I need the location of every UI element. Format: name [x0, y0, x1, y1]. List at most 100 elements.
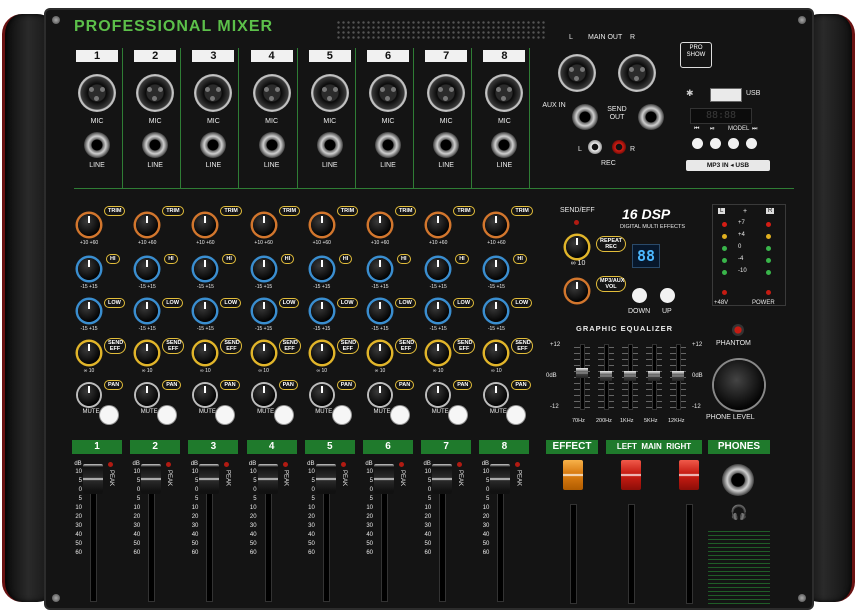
pan-knob[interactable]: [252, 384, 275, 406]
low-eq-knob[interactable]: [485, 300, 508, 322]
trim-knob[interactable]: [252, 214, 275, 236]
channel-fader[interactable]: [490, 464, 511, 494]
main-out-l-xlr[interactable]: [558, 54, 596, 92]
trim-knob[interactable]: [369, 214, 391, 236]
main-right-fader[interactable]: [679, 460, 699, 490]
channel-fader[interactable]: [374, 464, 394, 494]
pan-knob[interactable]: [485, 384, 508, 406]
fader-scale-mark: 10: [482, 505, 490, 511]
mic-input-xlr[interactable]: [427, 74, 466, 112]
trim-knob[interactable]: [310, 214, 333, 236]
low-eq-knob[interactable]: [310, 300, 333, 322]
line-input-jack[interactable]: [258, 132, 285, 158]
mic-input-xlr[interactable]: [78, 74, 116, 112]
low-eq-knob[interactable]: [427, 300, 450, 322]
send-eff-knob[interactable]: [136, 342, 159, 364]
channel-fader[interactable]: [315, 464, 336, 494]
mic-input-xlr[interactable]: [194, 74, 233, 112]
line-input-jack[interactable]: [433, 132, 460, 158]
usb-port[interactable]: [710, 88, 742, 102]
usb-prev-button[interactable]: [692, 138, 703, 149]
line-input-jack[interactable]: [491, 132, 518, 158]
pan-knob[interactable]: [78, 384, 100, 406]
phantom-button[interactable]: [732, 324, 744, 336]
hi-eq-knob[interactable]: [427, 258, 450, 280]
mute-button[interactable]: [391, 406, 409, 424]
geq-band-slider[interactable]: [672, 371, 684, 381]
hi-eq-knob[interactable]: [78, 258, 100, 280]
mp3-aux-vol-knob[interactable]: [566, 280, 588, 302]
low-eq-knob[interactable]: [78, 300, 100, 322]
mute-button[interactable]: [274, 406, 293, 424]
trim-knob[interactable]: [194, 214, 217, 236]
line-input-jack[interactable]: [142, 132, 169, 158]
geq-band-slider[interactable]: [576, 367, 588, 378]
mic-input-xlr[interactable]: [310, 74, 349, 112]
low-eq-knob[interactable]: [136, 300, 159, 322]
mic-input-xlr[interactable]: [369, 74, 407, 112]
mic-input-xlr[interactable]: [136, 74, 175, 112]
hi-eq-knob[interactable]: [310, 258, 333, 280]
line-input-jack[interactable]: [375, 132, 401, 158]
geq-band-slider[interactable]: [624, 371, 636, 381]
pan-knob[interactable]: [194, 384, 217, 406]
rec-l-rca[interactable]: [588, 140, 602, 154]
hi-eq-knob[interactable]: [194, 258, 217, 280]
mute-button[interactable]: [158, 406, 177, 424]
mic-input-xlr[interactable]: [252, 74, 291, 112]
mute-button[interactable]: [507, 406, 526, 424]
send-out-jack[interactable]: [638, 104, 664, 130]
trim-knob[interactable]: [485, 214, 508, 236]
mute-button[interactable]: [100, 406, 118, 424]
geq-band-slider[interactable]: [648, 371, 660, 381]
low-eq-knob[interactable]: [194, 300, 217, 322]
mute-button[interactable]: [332, 406, 351, 424]
send-eff-knob[interactable]: [485, 342, 508, 364]
low-eq-knob[interactable]: [252, 300, 275, 322]
send-eff-knob[interactable]: [194, 342, 217, 364]
hi-eq-knob[interactable]: [252, 258, 275, 280]
channel-fader[interactable]: [83, 464, 103, 494]
trim-knob[interactable]: [427, 214, 450, 236]
hi-eq-knob[interactable]: [136, 258, 159, 280]
geq-band-slider[interactable]: [600, 371, 612, 381]
aux-in-jack[interactable]: [572, 104, 598, 130]
dsp-down-button[interactable]: [632, 288, 647, 303]
peak-led: [399, 462, 404, 467]
low-eq-knob[interactable]: [369, 300, 391, 322]
hi-eq-knob[interactable]: [369, 258, 391, 280]
pan-knob[interactable]: [369, 384, 391, 406]
dsp-send-knob[interactable]: [566, 236, 588, 258]
pan-knob[interactable]: [136, 384, 159, 406]
channel-fader[interactable]: [257, 464, 278, 494]
usb-play-button[interactable]: [710, 138, 721, 149]
trim-knob[interactable]: [136, 214, 159, 236]
mute-button[interactable]: [216, 406, 235, 424]
effect-fader[interactable]: [563, 460, 583, 490]
main-left-fader[interactable]: [621, 460, 641, 490]
line-input-jack[interactable]: [200, 132, 227, 158]
mute-button[interactable]: [449, 406, 468, 424]
usb-model-button[interactable]: [728, 138, 739, 149]
mic-input-xlr[interactable]: [485, 74, 524, 112]
usb-next-button[interactable]: [746, 138, 757, 149]
send-eff-knob[interactable]: [310, 342, 333, 364]
dsp-up-button[interactable]: [660, 288, 675, 303]
pan-knob[interactable]: [427, 384, 450, 406]
hi-eq-knob[interactable]: [485, 258, 508, 280]
channel-fader[interactable]: [432, 464, 453, 494]
trim-knob[interactable]: [78, 214, 100, 236]
pan-knob[interactable]: [310, 384, 333, 406]
send-eff-knob[interactable]: [427, 342, 450, 364]
main-out-r-xlr[interactable]: [618, 54, 656, 92]
channel-fader[interactable]: [141, 464, 162, 494]
phone-level-knob[interactable]: [714, 360, 764, 410]
send-eff-knob[interactable]: [369, 342, 391, 364]
phones-jack[interactable]: [722, 464, 754, 496]
send-eff-knob[interactable]: [252, 342, 275, 364]
channel-fader[interactable]: [199, 464, 220, 494]
send-eff-knob[interactable]: [78, 342, 100, 364]
line-input-jack[interactable]: [84, 132, 110, 158]
line-input-jack[interactable]: [316, 132, 343, 158]
rec-r-rca[interactable]: [612, 140, 626, 154]
